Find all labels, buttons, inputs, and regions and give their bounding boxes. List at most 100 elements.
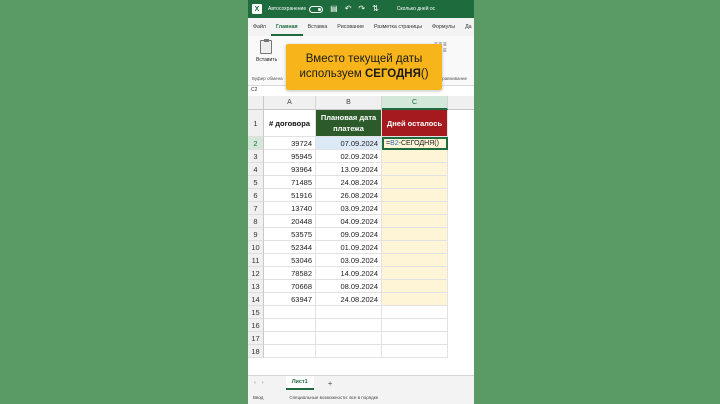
- row-header[interactable]: 15: [248, 306, 264, 319]
- row-header[interactable]: 11: [248, 254, 264, 267]
- file-name: Сколько дней ос: [396, 6, 436, 12]
- cell-contract-number[interactable]: 93964: [264, 163, 316, 176]
- cell-days-left[interactable]: [382, 163, 448, 176]
- cell-days-left[interactable]: [382, 215, 448, 228]
- empty-cell[interactable]: [264, 345, 316, 358]
- empty-cell[interactable]: [382, 306, 448, 319]
- tab-data[interactable]: Да: [460, 18, 474, 36]
- cell-payment-date[interactable]: 02.09.2024: [316, 150, 382, 163]
- sheet-next-icon[interactable]: ›: [262, 380, 264, 386]
- tab-home[interactable]: Главная: [271, 18, 303, 36]
- row-header[interactable]: 12: [248, 267, 264, 280]
- cell-contract-number[interactable]: 52344: [264, 241, 316, 254]
- row-header[interactable]: 14: [248, 293, 264, 306]
- cell-contract-number[interactable]: 70668: [264, 280, 316, 293]
- sheet-prev-icon[interactable]: ‹: [254, 380, 256, 386]
- cell-days-left[interactable]: [382, 280, 448, 293]
- clipboard-group-label: Буфер обмена: [252, 76, 283, 81]
- row-header[interactable]: 2: [248, 137, 264, 150]
- formula-function: -СЕГОДНЯ(): [398, 140, 439, 147]
- empty-cell[interactable]: [382, 319, 448, 332]
- empty-cell[interactable]: [264, 306, 316, 319]
- cell-contract-number[interactable]: 20448: [264, 215, 316, 228]
- tab-file[interactable]: Файл: [248, 18, 271, 36]
- empty-cell[interactable]: [264, 319, 316, 332]
- empty-cell[interactable]: [316, 319, 382, 332]
- row-header[interactable]: 3: [248, 150, 264, 163]
- tab-page-layout[interactable]: Разметка страницы: [369, 18, 427, 36]
- cell-payment-date[interactable]: 24.08.2024: [316, 293, 382, 306]
- cell-payment-date[interactable]: 04.09.2024: [316, 215, 382, 228]
- cell-payment-date[interactable]: 13.09.2024: [316, 163, 382, 176]
- row-header[interactable]: 6: [248, 189, 264, 202]
- select-all-corner[interactable]: [248, 96, 264, 110]
- row-header[interactable]: 8: [248, 215, 264, 228]
- cell-contract-number[interactable]: 71485: [264, 176, 316, 189]
- cell-payment-date[interactable]: 14.09.2024: [316, 267, 382, 280]
- cell-days-left[interactable]: [382, 254, 448, 267]
- cell-days-left[interactable]: [382, 189, 448, 202]
- cell-contract-number[interactable]: 95945: [264, 150, 316, 163]
- cell-contract-number[interactable]: 51916: [264, 189, 316, 202]
- row-header[interactable]: 5: [248, 176, 264, 189]
- paste-button[interactable]: Вставить: [256, 57, 277, 63]
- column-header-a[interactable]: A: [264, 96, 316, 110]
- row-header[interactable]: 10: [248, 241, 264, 254]
- column-header-partial[interactable]: [448, 96, 474, 110]
- cell-contract-number[interactable]: 78582: [264, 267, 316, 280]
- empty-cell[interactable]: [316, 345, 382, 358]
- active-cell-formula[interactable]: = B2 -СЕГОДНЯ(): [382, 137, 448, 150]
- cell-payment-date[interactable]: 03.09.2024: [316, 254, 382, 267]
- cell-payment-date[interactable]: 03.09.2024: [316, 202, 382, 215]
- row-header[interactable]: 4: [248, 163, 264, 176]
- add-sheet-button[interactable]: +: [328, 379, 333, 388]
- row-header[interactable]: 17: [248, 332, 264, 345]
- column-header-b[interactable]: B: [316, 96, 382, 110]
- cell-payment-date[interactable]: 01.09.2024: [316, 241, 382, 254]
- cell-days-left[interactable]: [382, 241, 448, 254]
- cell-days-left[interactable]: [382, 228, 448, 241]
- redo-icon[interactable]: ↷: [358, 5, 365, 13]
- row-header[interactable]: 13: [248, 280, 264, 293]
- cell-contract-number[interactable]: 53046: [264, 254, 316, 267]
- cell-days-left[interactable]: [382, 293, 448, 306]
- cell-days-left[interactable]: [382, 150, 448, 163]
- tab-draw[interactable]: Рисование: [332, 18, 369, 36]
- title-bar: X Автосохранение ▤ ↶ ↷ ⇅ Сколько дней ос: [248, 0, 474, 18]
- paste-icon[interactable]: [260, 39, 272, 54]
- empty-cell[interactable]: [316, 332, 382, 345]
- row-header[interactable]: 1: [248, 110, 264, 137]
- cell-payment-date[interactable]: 08.09.2024: [316, 280, 382, 293]
- cell-contract-number[interactable]: 13740: [264, 202, 316, 215]
- cell-payment-date[interactable]: 07.09.2024: [316, 137, 382, 150]
- save-icon[interactable]: ▤: [330, 5, 338, 13]
- cell-payment-date[interactable]: 26.08.2024: [316, 189, 382, 202]
- empty-cell[interactable]: [382, 345, 448, 358]
- cell-days-left[interactable]: [382, 202, 448, 215]
- sort-icon[interactable]: ⇅: [372, 5, 379, 13]
- accessibility-status[interactable]: Специальные возможности: все в порядке: [289, 395, 378, 400]
- empty-cell[interactable]: [264, 332, 316, 345]
- cell-days-left[interactable]: [382, 176, 448, 189]
- tab-insert[interactable]: Вставка: [303, 18, 333, 36]
- name-box[interactable]: C2: [251, 87, 257, 93]
- sheet-tab-list1[interactable]: Лист1: [285, 376, 314, 390]
- cell-days-left[interactable]: [382, 267, 448, 280]
- tab-formulas[interactable]: Формулы: [427, 18, 460, 36]
- empty-cell[interactable]: [382, 332, 448, 345]
- empty-cell[interactable]: [316, 306, 382, 319]
- cell-contract-number[interactable]: 63947: [264, 293, 316, 306]
- cell-payment-date[interactable]: 24.08.2024: [316, 176, 382, 189]
- cell-payment-date[interactable]: 09.09.2024: [316, 228, 382, 241]
- undo-icon[interactable]: ↶: [345, 5, 352, 13]
- cell-cursor-icon: ✛: [463, 148, 471, 158]
- row-header[interactable]: 7: [248, 202, 264, 215]
- cell-contract-number[interactable]: 53575: [264, 228, 316, 241]
- cell-contract-number[interactable]: 39724: [264, 137, 316, 150]
- row-header[interactable]: 18: [248, 345, 264, 358]
- autosave-toggle[interactable]: [309, 5, 324, 13]
- row-header[interactable]: 16: [248, 319, 264, 332]
- header-planned-payment-date: Плановая дата платежа: [316, 110, 382, 137]
- row-header[interactable]: 9: [248, 228, 264, 241]
- column-header-c[interactable]: C: [382, 96, 448, 110]
